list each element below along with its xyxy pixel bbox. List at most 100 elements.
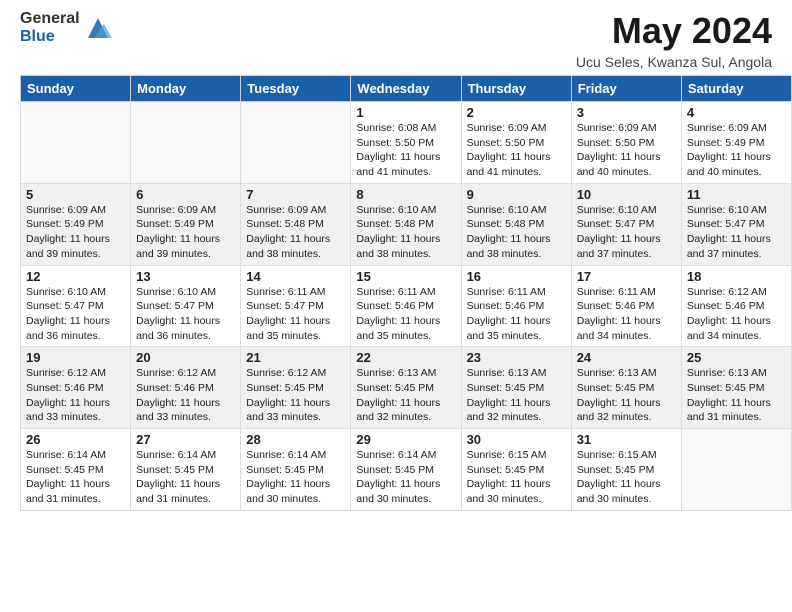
table-cell bbox=[681, 429, 791, 511]
table-cell bbox=[21, 102, 131, 184]
day-info-line: Sunset: 5:45 PM bbox=[467, 463, 566, 478]
day-info-line: Sunrise: 6:10 AM bbox=[467, 203, 566, 218]
table-cell: 20Sunrise: 6:12 AMSunset: 5:46 PMDayligh… bbox=[131, 347, 241, 429]
day-info-line: Sunset: 5:45 PM bbox=[577, 381, 676, 396]
day-info-line: Sunrise: 6:11 AM bbox=[246, 285, 345, 300]
day-info-line: Daylight: 11 hours and 35 minutes. bbox=[246, 314, 345, 343]
day-info-line: Sunset: 5:45 PM bbox=[26, 463, 125, 478]
day-info-line: Daylight: 11 hours and 37 minutes. bbox=[687, 232, 786, 261]
day-info-line: Daylight: 11 hours and 30 minutes. bbox=[356, 477, 455, 506]
table-cell: 25Sunrise: 6:13 AMSunset: 5:45 PMDayligh… bbox=[681, 347, 791, 429]
title-block: May 2024 Ucu Seles, Kwanza Sul, Angola bbox=[576, 10, 772, 70]
day-info-line: Daylight: 11 hours and 39 minutes. bbox=[136, 232, 235, 261]
day-info-line: Sunset: 5:46 PM bbox=[356, 299, 455, 314]
day-info-line: Sunrise: 6:09 AM bbox=[26, 203, 125, 218]
day-info-line: Daylight: 11 hours and 39 minutes. bbox=[26, 232, 125, 261]
day-info-line: Daylight: 11 hours and 35 minutes. bbox=[467, 314, 566, 343]
day-info-line: Daylight: 11 hours and 41 minutes. bbox=[467, 150, 566, 179]
day-info-line: Sunset: 5:45 PM bbox=[246, 381, 345, 396]
day-info-line: Daylight: 11 hours and 32 minutes. bbox=[577, 396, 676, 425]
day-info-line: Sunrise: 6:08 AM bbox=[356, 121, 455, 136]
logo-icon bbox=[84, 14, 112, 42]
day-info-line: Sunrise: 6:12 AM bbox=[246, 366, 345, 381]
logo-blue: Blue bbox=[20, 28, 80, 46]
table-cell: 9Sunrise: 6:10 AMSunset: 5:48 PMDaylight… bbox=[461, 183, 571, 265]
table-cell: 6Sunrise: 6:09 AMSunset: 5:49 PMDaylight… bbox=[131, 183, 241, 265]
table-cell: 16Sunrise: 6:11 AMSunset: 5:46 PMDayligh… bbox=[461, 265, 571, 347]
day-info-line: Daylight: 11 hours and 38 minutes. bbox=[246, 232, 345, 261]
calendar: Sunday Monday Tuesday Wednesday Thursday… bbox=[20, 75, 792, 511]
day-info-line: Sunrise: 6:09 AM bbox=[136, 203, 235, 218]
day-info-line: Daylight: 11 hours and 30 minutes. bbox=[246, 477, 345, 506]
day-info-line: Daylight: 11 hours and 30 minutes. bbox=[577, 477, 676, 506]
table-cell: 1Sunrise: 6:08 AMSunset: 5:50 PMDaylight… bbox=[351, 102, 461, 184]
table-cell: 15Sunrise: 6:11 AMSunset: 5:46 PMDayligh… bbox=[351, 265, 461, 347]
day-info-line: Sunset: 5:46 PM bbox=[136, 381, 235, 396]
table-cell: 13Sunrise: 6:10 AMSunset: 5:47 PMDayligh… bbox=[131, 265, 241, 347]
day-info-line: Sunset: 5:45 PM bbox=[467, 381, 566, 396]
day-info-line: Sunrise: 6:13 AM bbox=[356, 366, 455, 381]
table-cell: 3Sunrise: 6:09 AMSunset: 5:50 PMDaylight… bbox=[571, 102, 681, 184]
table-cell: 27Sunrise: 6:14 AMSunset: 5:45 PMDayligh… bbox=[131, 429, 241, 511]
day-info-line: Daylight: 11 hours and 36 minutes. bbox=[136, 314, 235, 343]
col-sunday: Sunday bbox=[21, 76, 131, 102]
day-info-line: Sunrise: 6:11 AM bbox=[577, 285, 676, 300]
table-cell: 23Sunrise: 6:13 AMSunset: 5:45 PMDayligh… bbox=[461, 347, 571, 429]
day-info-line: Sunset: 5:45 PM bbox=[136, 463, 235, 478]
table-cell: 7Sunrise: 6:09 AMSunset: 5:48 PMDaylight… bbox=[241, 183, 351, 265]
location: Ucu Seles, Kwanza Sul, Angola bbox=[576, 54, 772, 70]
day-info-line: Sunrise: 6:14 AM bbox=[356, 448, 455, 463]
table-cell bbox=[131, 102, 241, 184]
day-info-line: Daylight: 11 hours and 33 minutes. bbox=[26, 396, 125, 425]
col-saturday: Saturday bbox=[681, 76, 791, 102]
day-info-line: Sunrise: 6:12 AM bbox=[136, 366, 235, 381]
logo: General Blue bbox=[20, 10, 112, 45]
day-info-line: Sunset: 5:45 PM bbox=[356, 381, 455, 396]
calendar-header-row: Sunday Monday Tuesday Wednesday Thursday… bbox=[21, 76, 792, 102]
day-info-line: Sunset: 5:50 PM bbox=[356, 136, 455, 151]
day-info-line: Sunrise: 6:10 AM bbox=[136, 285, 235, 300]
day-info-line: Sunset: 5:50 PM bbox=[467, 136, 566, 151]
day-info-line: Sunset: 5:46 PM bbox=[687, 299, 786, 314]
day-info-line: Daylight: 11 hours and 37 minutes. bbox=[577, 232, 676, 261]
day-info-line: Sunrise: 6:14 AM bbox=[26, 448, 125, 463]
day-info-line: Sunrise: 6:14 AM bbox=[246, 448, 345, 463]
day-info-line: Daylight: 11 hours and 35 minutes. bbox=[356, 314, 455, 343]
day-info-line: Daylight: 11 hours and 34 minutes. bbox=[687, 314, 786, 343]
day-info-line: Daylight: 11 hours and 34 minutes. bbox=[577, 314, 676, 343]
table-cell: 8Sunrise: 6:10 AMSunset: 5:48 PMDaylight… bbox=[351, 183, 461, 265]
month-title: May 2024 bbox=[576, 10, 772, 52]
table-cell: 31Sunrise: 6:15 AMSunset: 5:45 PMDayligh… bbox=[571, 429, 681, 511]
day-info-line: Sunrise: 6:14 AM bbox=[136, 448, 235, 463]
table-cell: 18Sunrise: 6:12 AMSunset: 5:46 PMDayligh… bbox=[681, 265, 791, 347]
table-cell: 5Sunrise: 6:09 AMSunset: 5:49 PMDaylight… bbox=[21, 183, 131, 265]
day-info-line: Daylight: 11 hours and 32 minutes. bbox=[356, 396, 455, 425]
col-wednesday: Wednesday bbox=[351, 76, 461, 102]
day-info-line: Sunrise: 6:15 AM bbox=[467, 448, 566, 463]
day-info-line: Sunrise: 6:10 AM bbox=[356, 203, 455, 218]
day-info-line: Daylight: 11 hours and 38 minutes. bbox=[467, 232, 566, 261]
day-info-line: Sunset: 5:48 PM bbox=[467, 217, 566, 232]
table-cell: 4Sunrise: 6:09 AMSunset: 5:49 PMDaylight… bbox=[681, 102, 791, 184]
day-info-line: Sunset: 5:45 PM bbox=[687, 381, 786, 396]
day-info-line: Sunset: 5:45 PM bbox=[356, 463, 455, 478]
day-info-line: Sunset: 5:46 PM bbox=[26, 381, 125, 396]
day-info-line: Daylight: 11 hours and 32 minutes. bbox=[467, 396, 566, 425]
table-cell: 2Sunrise: 6:09 AMSunset: 5:50 PMDaylight… bbox=[461, 102, 571, 184]
day-info-line: Sunrise: 6:13 AM bbox=[467, 366, 566, 381]
col-monday: Monday bbox=[131, 76, 241, 102]
day-info-line: Sunset: 5:47 PM bbox=[577, 217, 676, 232]
day-info-line: Daylight: 11 hours and 38 minutes. bbox=[356, 232, 455, 261]
day-info-line: Daylight: 11 hours and 40 minutes. bbox=[577, 150, 676, 179]
day-info-line: Sunrise: 6:09 AM bbox=[687, 121, 786, 136]
day-info-line: Sunrise: 6:09 AM bbox=[467, 121, 566, 136]
table-cell: 24Sunrise: 6:13 AMSunset: 5:45 PMDayligh… bbox=[571, 347, 681, 429]
day-info-line: Sunset: 5:47 PM bbox=[136, 299, 235, 314]
col-friday: Friday bbox=[571, 76, 681, 102]
table-cell: 21Sunrise: 6:12 AMSunset: 5:45 PMDayligh… bbox=[241, 347, 351, 429]
day-info-line: Sunset: 5:45 PM bbox=[577, 463, 676, 478]
day-info-line: Sunrise: 6:12 AM bbox=[687, 285, 786, 300]
table-cell bbox=[241, 102, 351, 184]
day-info-line: Daylight: 11 hours and 30 minutes. bbox=[467, 477, 566, 506]
day-info-line: Sunrise: 6:10 AM bbox=[687, 203, 786, 218]
